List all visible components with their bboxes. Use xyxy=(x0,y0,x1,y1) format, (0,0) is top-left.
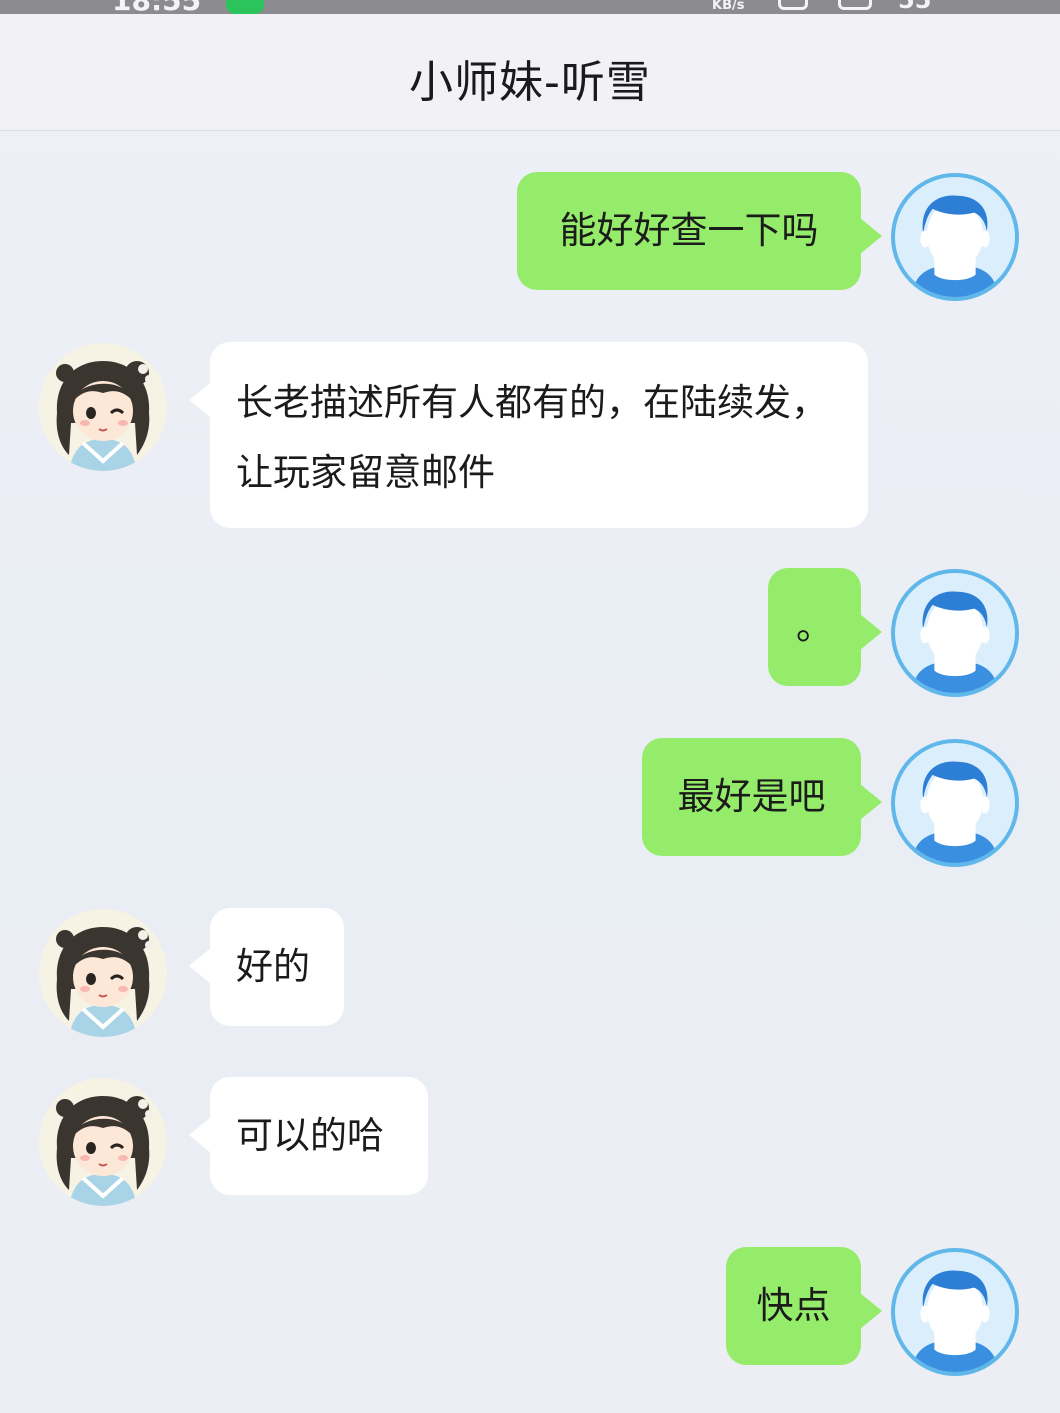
outgoing-message-bubble[interactable]: 最好是吧 xyxy=(642,738,861,856)
person-silhouette-icon xyxy=(911,761,999,863)
outgoing-message-bubble[interactable]: 。 xyxy=(768,568,861,686)
bubble-tail xyxy=(860,614,882,650)
message-text: 。 xyxy=(796,605,833,648)
bubble-tail xyxy=(189,382,211,418)
person-silhouette-icon xyxy=(911,195,999,297)
bubble-tail xyxy=(860,1293,882,1329)
signal-icon xyxy=(778,0,808,10)
message-text: 能好好查一下吗 xyxy=(559,209,819,252)
bubble-tail xyxy=(860,218,882,254)
message-text: 快点 xyxy=(756,1284,831,1327)
anime-girl-avatar-icon xyxy=(39,1078,167,1206)
my-avatar[interactable] xyxy=(891,1248,1019,1376)
status-bar: 18:55 KB/s 55 xyxy=(0,0,1060,14)
battery-level: 55 xyxy=(898,0,932,14)
contact-avatar[interactable] xyxy=(39,1078,167,1206)
bubble-tail xyxy=(189,1117,211,1153)
my-avatar[interactable] xyxy=(891,173,1019,301)
wechat-notification-icon xyxy=(226,0,264,14)
incoming-message-bubble[interactable]: 可以的哈 xyxy=(210,1077,428,1195)
message-text: 最好是吧 xyxy=(677,775,826,818)
anime-girl-avatar-icon xyxy=(39,343,167,471)
status-time: 18:55 xyxy=(112,0,201,14)
incoming-message-bubble[interactable]: 长老描述所有人都有的，在陆续发，让玩家留意邮件 xyxy=(210,342,868,528)
person-silhouette-icon xyxy=(911,591,999,693)
message-text: 好的 xyxy=(236,945,310,988)
bubble-tail xyxy=(860,784,882,820)
my-avatar[interactable] xyxy=(891,739,1019,867)
message-text: 可以的哈 xyxy=(236,1114,384,1157)
chat-title: 小师妹-听雪 xyxy=(409,57,651,108)
outgoing-message-bubble[interactable]: 快点 xyxy=(726,1247,861,1365)
message-text: 长老描述所有人都有的，在陆续发，让玩家留意邮件 xyxy=(236,381,828,494)
anime-girl-avatar-icon xyxy=(39,909,167,1037)
bubble-tail xyxy=(189,948,211,984)
contact-avatar[interactable] xyxy=(39,909,167,1037)
incoming-message-bubble[interactable]: 好的 xyxy=(210,908,344,1026)
wifi-icon xyxy=(838,0,872,10)
my-avatar[interactable] xyxy=(891,569,1019,697)
network-speed: KB/s xyxy=(712,0,745,13)
outgoing-message-bubble[interactable]: 能好好查一下吗 xyxy=(517,172,861,290)
person-silhouette-icon xyxy=(911,1270,999,1372)
chat-header: 小师妹-听雪 xyxy=(0,14,1060,131)
contact-avatar[interactable] xyxy=(39,343,167,471)
